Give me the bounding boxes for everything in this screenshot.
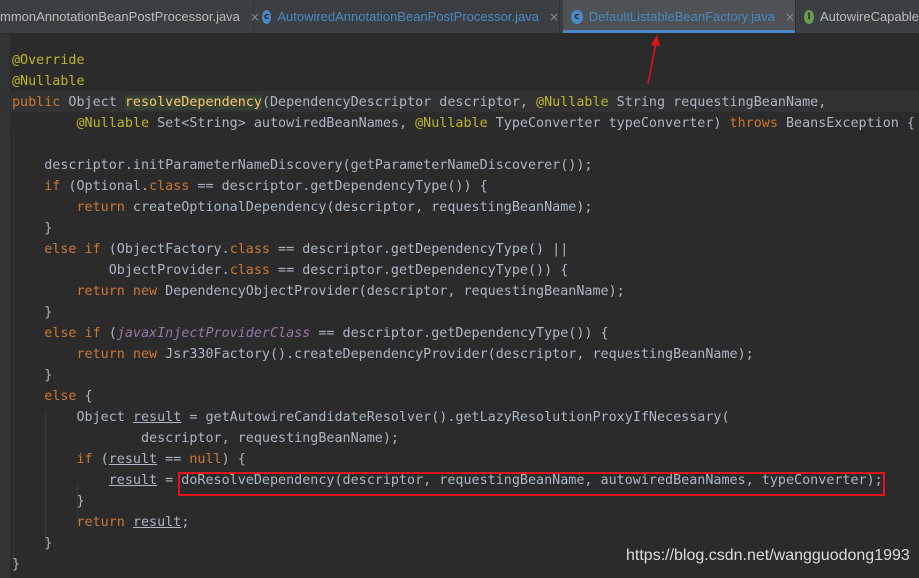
red-arrow-annotation (647, 35, 660, 85)
watermark-url: https://blog.csdn.net/wangguodong1993 (626, 547, 910, 564)
